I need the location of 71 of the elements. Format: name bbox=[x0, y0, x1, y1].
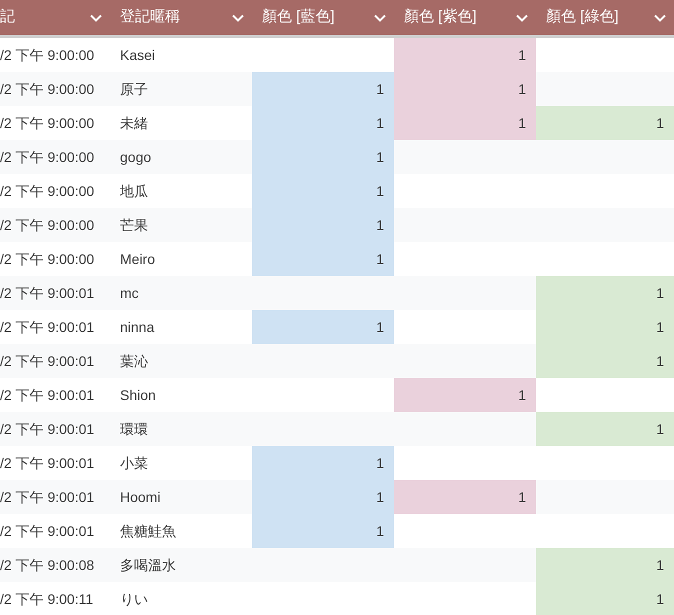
table-cell-text: /2 下午 9:00:00 bbox=[0, 250, 96, 268]
table-cell: 1 bbox=[252, 242, 394, 276]
chevron-down-icon[interactable] bbox=[90, 14, 102, 22]
table-cell-text: /2 下午 9:00:01 bbox=[0, 488, 96, 506]
table-cell: 1 bbox=[252, 310, 394, 344]
table-cell-text: /2 下午 9:00:11 bbox=[0, 590, 94, 608]
chevron-down-icon[interactable] bbox=[516, 14, 528, 22]
table-cell: 1 bbox=[394, 72, 536, 106]
table-cell: 1 bbox=[394, 378, 536, 412]
table-cell: 1 bbox=[252, 208, 394, 242]
column-title: 顏色 [紫色] bbox=[404, 7, 477, 28]
table-cell-text: 未緒 bbox=[119, 114, 149, 132]
table-cell-text: Kasei bbox=[119, 46, 156, 64]
table-cell-text: /2 下午 9:00:01 bbox=[0, 352, 96, 370]
table-cell: 1 bbox=[252, 514, 394, 548]
table-cell-text: /2 下午 9:00:00 bbox=[0, 216, 96, 234]
column-header[interactable]: 顏色 [紫色] bbox=[394, 0, 536, 35]
table-cell: 1 bbox=[252, 140, 394, 174]
chevron-down-icon[interactable] bbox=[374, 14, 386, 22]
table-cell: 1 bbox=[394, 38, 536, 72]
table-cell-text: 葉沁 bbox=[119, 352, 149, 370]
table-cell: 1 bbox=[536, 412, 674, 446]
table-cell-text: Meiro bbox=[119, 250, 156, 268]
table-cell: 1 bbox=[536, 310, 674, 344]
column-title: 顏色 [綠色] bbox=[546, 7, 619, 28]
column-header[interactable]: 顏色 [藍色] bbox=[252, 0, 394, 35]
table-cell-text: mc bbox=[119, 284, 140, 302]
column-header[interactable]: 顏色 [綠色] bbox=[536, 0, 674, 35]
table-cell-text: /2 下午 9:00:00 bbox=[0, 80, 96, 98]
table-cell: 1 bbox=[252, 446, 394, 480]
table-cell: 1 bbox=[252, 72, 394, 106]
table-cell: 1 bbox=[394, 106, 536, 140]
table-cell-text: /2 下午 9:00:00 bbox=[0, 148, 96, 166]
table-cell-text: /2 下午 9:00:01 bbox=[0, 420, 96, 438]
table-cell-text: 多喝溫水 bbox=[119, 556, 177, 574]
column-title: 顏色 [藍色] bbox=[262, 7, 335, 28]
table-cell-text: ninna bbox=[119, 318, 156, 336]
table-cell-text: /2 下午 9:00:01 bbox=[0, 522, 96, 540]
table-cell-text: りい bbox=[119, 590, 149, 608]
chevron-down-icon[interactable] bbox=[232, 14, 244, 22]
column-title: 記 bbox=[0, 7, 15, 28]
column-title: 登記暱稱 bbox=[120, 7, 180, 28]
chevron-down-icon[interactable] bbox=[654, 14, 666, 22]
table-cell-text: 原子 bbox=[119, 80, 149, 98]
table-cell-text: 環環 bbox=[119, 420, 149, 438]
table-cell: 1 bbox=[536, 548, 674, 582]
table-cell-text: /2 下午 9:00:08 bbox=[0, 556, 96, 574]
table-cell-text: 焦糖鮭魚 bbox=[119, 522, 177, 540]
table-cell-text: Shion bbox=[119, 386, 157, 404]
table-cell-text: /2 下午 9:00:01 bbox=[0, 454, 96, 472]
table-cell-text: /2 下午 9:00:00 bbox=[0, 182, 96, 200]
table-cell: 1 bbox=[394, 480, 536, 514]
table-cell-text: /2 下午 9:00:01 bbox=[0, 386, 96, 404]
table-cell-text: Hoomi bbox=[119, 488, 162, 506]
table-cell-text: 小菜 bbox=[119, 454, 149, 472]
table-cell-text: /2 下午 9:00:00 bbox=[0, 46, 96, 64]
column-header[interactable]: 登記暱稱 bbox=[110, 0, 252, 35]
table-cell-text: /2 下午 9:00:00 bbox=[0, 114, 96, 132]
table-cell-text: /2 下午 9:00:01 bbox=[0, 284, 96, 302]
table-cell: 1 bbox=[536, 106, 674, 140]
table-cell: 1 bbox=[536, 344, 674, 378]
table-cell-text: /2 下午 9:00:01 bbox=[0, 318, 96, 336]
table-cell: 1 bbox=[536, 276, 674, 310]
table-cell: 1 bbox=[252, 106, 394, 140]
table-cell-text: 地瓜 bbox=[119, 182, 149, 200]
column-header[interactable]: 記 bbox=[0, 0, 110, 35]
table-cell-text: gogo bbox=[119, 148, 152, 167]
table-cell-text: 芒果 bbox=[119, 216, 149, 234]
table-cell: 1 bbox=[536, 582, 674, 615]
table-cell: 1 bbox=[252, 174, 394, 208]
table-cell: 1 bbox=[252, 480, 394, 514]
